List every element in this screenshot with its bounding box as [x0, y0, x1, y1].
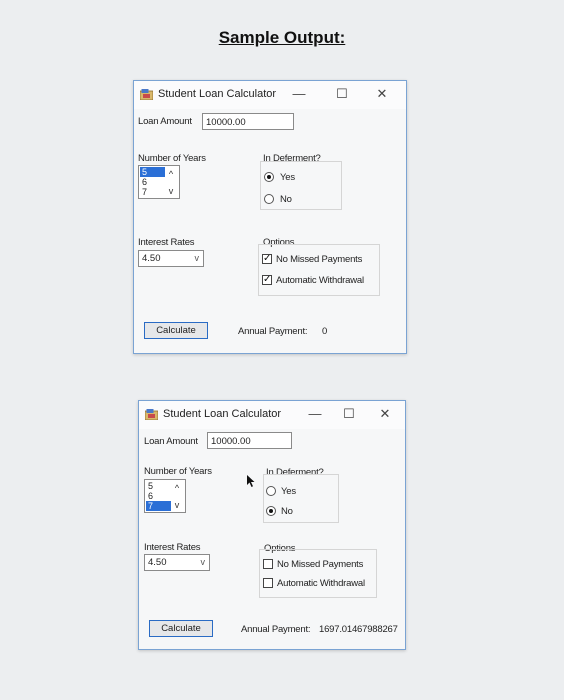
maximize-button[interactable]: ☐ — [339, 405, 359, 423]
deferment-no-radio[interactable] — [266, 506, 276, 516]
window-title: Student Loan Calculator — [163, 408, 282, 420]
annual-payment-label: Annual Payment: — [238, 326, 308, 337]
scroll-down-icon[interactable]: v — [171, 499, 183, 511]
calculate-button[interactable]: Calculate — [149, 620, 213, 637]
deferment-group — [263, 474, 339, 523]
deferment-yes-label: Yes — [281, 486, 296, 497]
minimize-button[interactable]: — — [305, 405, 325, 423]
no-missed-checkbox[interactable] — [263, 559, 273, 569]
rates-dropdown[interactable]: 4.50 v — [138, 250, 204, 267]
years-label: Number of Years — [138, 153, 206, 164]
no-missed-label: No Missed Payments — [276, 254, 363, 265]
deferment-yes-radio[interactable] — [264, 172, 274, 182]
chevron-down-icon: v — [194, 253, 200, 263]
list-item[interactable]: 7 — [140, 187, 165, 197]
loan-amount-label: Loan Amount — [138, 116, 192, 127]
list-item[interactable]: 7 — [146, 501, 171, 511]
rates-value: 4.50 — [148, 557, 167, 568]
mouse-cursor-icon — [247, 475, 255, 487]
chevron-down-icon: v — [200, 557, 206, 567]
title-bar[interactable]: Student Loan Calculator — ☐ ✕ — [134, 81, 406, 109]
list-item[interactable]: 5 — [146, 481, 171, 491]
deferment-yes-label: Yes — [280, 172, 295, 183]
list-item[interactable]: 5 — [140, 167, 165, 177]
scroll-up-icon[interactable]: ^ — [165, 168, 177, 180]
deferment-no-radio[interactable] — [264, 194, 274, 204]
close-button[interactable]: ✕ — [372, 85, 392, 103]
scroll-up-icon[interactable]: ^ — [171, 482, 183, 494]
loan-amount-input[interactable]: 10000.00 — [202, 113, 294, 130]
auto-withdrawal-checkbox[interactable] — [263, 578, 273, 588]
annual-payment-value: 1697.01467988267 — [319, 624, 398, 635]
calculate-button[interactable]: Calculate — [144, 322, 208, 339]
deferment-yes-radio[interactable] — [266, 486, 276, 496]
deferment-no-label: No — [281, 506, 293, 517]
no-missed-label: No Missed Payments — [277, 559, 364, 570]
annual-payment-value: 0 — [322, 326, 328, 337]
years-listbox[interactable]: 5 6 7 ^ v — [144, 479, 186, 513]
rates-label: Interest Rates — [144, 542, 201, 553]
options-group — [258, 244, 380, 296]
auto-withdrawal-label: Automatic Withdrawal — [277, 578, 365, 589]
options-group — [259, 549, 377, 598]
calculator-window-2: Student Loan Calculator — ☐ ✕ Loan Amoun… — [138, 400, 406, 650]
app-icon — [145, 409, 158, 420]
minimize-button[interactable]: — — [289, 85, 309, 103]
list-item[interactable]: 6 — [140, 177, 165, 187]
app-icon — [140, 89, 153, 100]
rates-label: Interest Rates — [138, 237, 195, 248]
years-label: Number of Years — [144, 466, 212, 477]
loan-amount-input[interactable]: 10000.00 — [207, 432, 292, 449]
page-title: Sample Output: — [218, 28, 346, 47]
rates-dropdown[interactable]: 4.50 v — [144, 554, 210, 571]
years-listbox[interactable]: 5 6 7 ^ v — [138, 165, 180, 199]
calculator-window-1: Student Loan Calculator — ☐ ✕ Loan Amoun… — [133, 80, 407, 354]
close-button[interactable]: ✕ — [375, 405, 395, 423]
maximize-button[interactable]: ☐ — [332, 85, 352, 103]
annual-payment-label: Annual Payment: — [241, 624, 311, 635]
list-item[interactable]: 6 — [146, 491, 171, 501]
auto-withdrawal-checkbox[interactable]: ✓ — [262, 275, 272, 285]
rates-value: 4.50 — [142, 253, 161, 264]
loan-amount-label: Loan Amount — [144, 436, 198, 447]
title-bar[interactable]: Student Loan Calculator — ☐ ✕ — [139, 401, 405, 429]
auto-withdrawal-label: Automatic Withdrawal — [276, 275, 364, 286]
deferment-no-label: No — [280, 194, 292, 205]
no-missed-checkbox[interactable]: ✓ — [262, 254, 272, 264]
scroll-down-icon[interactable]: v — [165, 185, 177, 197]
window-title: Student Loan Calculator — [158, 88, 277, 100]
